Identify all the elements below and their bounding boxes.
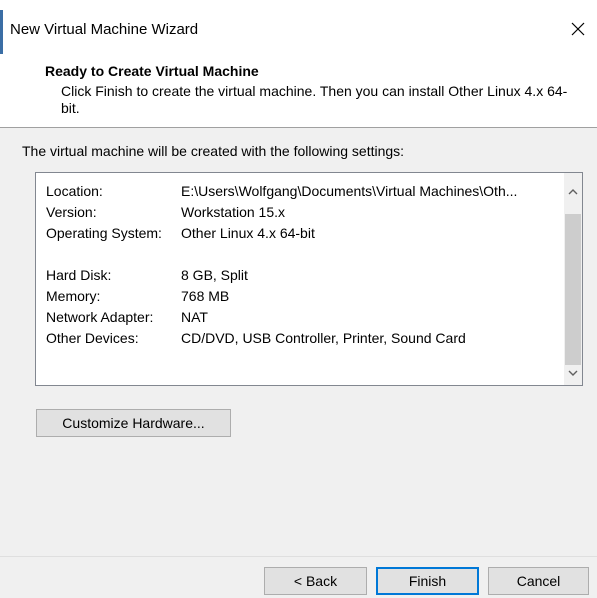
setting-value: CD/DVD, USB Controller, Printer, Sound C… [181,330,466,346]
chevron-up-icon [568,182,578,198]
setting-label: Network Adapter: [46,309,154,325]
setting-row-hard-disk: Hard Disk: 8 GB, Split [46,265,546,286]
close-button[interactable] [565,17,591,43]
setting-row-version: Version: Workstation 15.x [46,202,546,223]
setting-row-other-devices: Other Devices: CD/DVD, USB Controller, P… [46,328,546,349]
page-subtitle: Click Finish to create the virtual machi… [61,83,568,116]
row-spacer [46,244,546,265]
setting-label: Memory: [46,288,101,304]
scroll-down-button[interactable] [564,362,582,379]
setting-value: E:\Users\Wolfgang\Documents\Virtual Mach… [181,183,518,199]
settings-summary-box[interactable]: Location: E:\Users\Wolfgang\Documents\Vi… [35,172,583,386]
title-bar[interactable]: New Virtual Machine Wizard [0,0,597,82]
wizard-window: New Virtual Machine Wizard Ready to Crea… [0,0,597,598]
setting-label: Other Devices: [46,330,139,346]
setting-value: NAT [181,309,208,325]
wizard-header: Ready to Create Virtual Machine Click Fi… [0,54,597,128]
page-title: Ready to Create Virtual Machine [45,63,259,79]
chevron-down-icon [568,363,578,379]
setting-value: Workstation 15.x [181,204,286,220]
customize-hardware-button[interactable]: Customize Hardware... [36,409,231,437]
setting-row-os: Operating System: Other Linux 4.x 64-bit [46,223,546,244]
footer-divider [0,556,597,557]
intro-text: The virtual machine will be created with… [22,143,405,159]
close-icon [571,22,585,39]
vertical-scrollbar[interactable] [564,173,582,385]
setting-label: Location: [46,183,103,199]
scroll-thumb[interactable] [565,214,581,365]
cancel-button[interactable]: Cancel [488,567,589,595]
setting-label: Operating System: [46,225,162,241]
setting-label: Hard Disk: [46,267,112,283]
setting-label: Version: [46,204,97,220]
setting-value: Other Linux 4.x 64-bit [181,225,315,241]
setting-row-location: Location: E:\Users\Wolfgang\Documents\Vi… [46,181,546,202]
back-button[interactable]: < Back [264,567,367,595]
window-title: New Virtual Machine Wizard [10,21,199,38]
setting-row-network: Network Adapter: NAT [46,307,546,328]
setting-row-memory: Memory: 768 MB [46,286,546,307]
scroll-up-button[interactable] [564,181,582,198]
settings-list: Location: E:\Users\Wolfgang\Documents\Vi… [46,181,546,349]
finish-button[interactable]: Finish [376,567,479,595]
setting-value: 8 GB, Split [181,267,248,283]
setting-value: 768 MB [181,288,230,304]
